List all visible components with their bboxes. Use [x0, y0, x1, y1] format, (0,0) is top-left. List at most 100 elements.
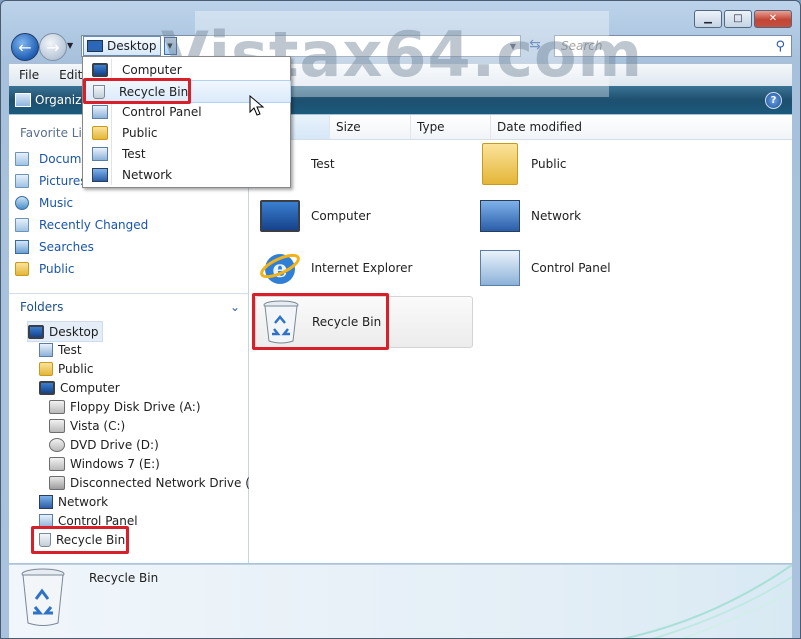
file-item-label: Public: [531, 157, 567, 171]
favorite-link-label: Searches: [39, 240, 94, 254]
network-icon: [92, 167, 108, 182]
file-item-label: Test: [311, 157, 335, 171]
tree-item-label: Vista (C:): [70, 418, 126, 433]
tree-item-test[interactable]: Test: [39, 340, 82, 359]
file-item-label: Control Panel: [531, 261, 611, 275]
arrow-left-icon: ←: [18, 37, 32, 57]
column-header-date-modified[interactable]: Date modified: [490, 115, 595, 139]
refresh-icon: ⇆: [529, 37, 541, 53]
recent-pages-dropdown[interactable]: ▼: [67, 41, 73, 50]
tree-item-label: Floppy Disk Drive (A:): [70, 399, 201, 414]
tree-item-floppy[interactable]: Floppy Disk Drive (A:): [49, 397, 201, 416]
favorite-link-searches[interactable]: Searches: [15, 236, 148, 258]
search-input[interactable]: [559, 38, 763, 54]
favorite-link-music[interactable]: Music: [15, 192, 148, 214]
file-item-control-panel[interactable]: Control Panel: [475, 243, 685, 293]
dropdown-item-public[interactable]: Public: [84, 122, 289, 143]
favorite-link-label: Public: [39, 262, 75, 276]
favorite-link-label: Pictures: [39, 174, 87, 188]
tree-item-label: Computer: [60, 380, 120, 395]
tree-item-computer[interactable]: Computer: [39, 378, 120, 397]
search-box[interactable]: ⚲: [554, 35, 792, 57]
tree-item-control-panel[interactable]: Control Panel: [39, 511, 138, 530]
forward-button[interactable]: →: [39, 33, 67, 61]
favorite-link-label: Music: [39, 196, 74, 210]
user-folder-icon: [39, 342, 53, 357]
explorer-window: ▁ □ ✕ ← → ▼ Desktop ▼ ▼ ⇆ ⚲ File Edit Or…: [0, 0, 801, 639]
desktop-icon: [87, 40, 103, 52]
tree-item-windows7-e[interactable]: Windows 7 (E:): [49, 454, 160, 473]
tree-item-label: Windows 7 (E:): [70, 456, 160, 471]
favorite-link-recently-changed[interactable]: Recently Changed: [15, 214, 148, 236]
close-button[interactable]: ✕: [754, 10, 792, 28]
internet-explorer-icon: e: [255, 245, 305, 291]
network-drive-icon: [49, 475, 65, 490]
menu-file[interactable]: File: [9, 68, 49, 82]
pictures-icon: [15, 174, 29, 188]
details-pane: Recycle Bin: [9, 564, 792, 638]
maximize-button[interactable]: □: [724, 10, 752, 28]
details-title: Recycle Bin: [89, 571, 159, 585]
file-item-network[interactable]: Network: [475, 191, 685, 241]
user-folder-icon: [92, 146, 108, 161]
tree-item-label: DVD Drive (D:): [70, 437, 159, 452]
dropdown-item-label: Control Panel: [122, 104, 202, 119]
help-icon[interactable]: ?: [765, 91, 782, 109]
arrow-right-icon: →: [46, 37, 60, 57]
folder-icon: [39, 361, 53, 376]
minimize-button[interactable]: ▁: [694, 10, 722, 28]
column-headers: Size Type Date modified: [249, 115, 792, 140]
computer-icon: [92, 62, 108, 77]
address-history-dropdown[interactable]: ▼: [510, 42, 516, 51]
refresh-button[interactable]: ⇆: [523, 35, 547, 55]
file-item-label: Internet Explorer: [311, 261, 413, 275]
tree-item-label: Desktop: [49, 324, 99, 339]
dropdown-item-test[interactable]: Test: [84, 143, 289, 164]
file-item-computer[interactable]: Computer: [255, 191, 465, 241]
dropdown-item-label: Public: [122, 125, 158, 140]
network-icon: [475, 193, 525, 239]
chevron-down-icon[interactable]: ⌄: [230, 300, 240, 314]
column-header-type[interactable]: Type: [410, 115, 491, 139]
recent-icon: [15, 218, 29, 232]
back-button[interactable]: ←: [11, 33, 39, 61]
address-segment-label: Desktop: [107, 39, 157, 53]
music-icon: [15, 196, 29, 210]
tree-item-network-drive-z[interactable]: Disconnected Network Drive (Z:): [49, 473, 267, 492]
search-icon[interactable]: ⚲: [775, 39, 785, 54]
dropdown-item-computer[interactable]: Computer: [84, 59, 289, 80]
control-panel-icon: [92, 104, 108, 119]
tree-item-dvd[interactable]: DVD Drive (D:): [49, 435, 159, 454]
computer-icon: [39, 380, 55, 395]
address-chevron-button[interactable]: ▼: [163, 37, 177, 55]
mouse-cursor-icon: [249, 95, 265, 116]
dropdown-item-network[interactable]: Network: [84, 164, 289, 185]
address-bar[interactable]: Desktop ▼ ▼: [81, 35, 521, 57]
favorite-link-public[interactable]: Public: [15, 258, 148, 280]
file-item-public[interactable]: Public: [475, 139, 685, 189]
file-item-label: Recycle Bin: [312, 315, 382, 329]
tree-item-public[interactable]: Public: [39, 359, 94, 378]
dropdown-item-label: Computer: [122, 62, 182, 77]
folder-icon: [475, 141, 525, 187]
tree-item-label: Disconnected Network Drive (Z:): [70, 475, 267, 490]
tree-item-desktop[interactable]: Desktop: [27, 321, 103, 342]
recycle-bin-icon: [19, 567, 67, 632]
tree-item-recycle-bin[interactable]: Recycle Bin: [39, 530, 125, 549]
tree-item-network[interactable]: Network: [39, 492, 108, 511]
address-segment-desktop[interactable]: Desktop: [83, 36, 161, 56]
dropdown-item-label: Test: [122, 146, 146, 161]
tree-item-label: Public: [58, 361, 94, 376]
documents-icon: [15, 152, 29, 166]
folders-header[interactable]: Folders ⌄: [9, 293, 248, 320]
file-list-pane: Size Type Date modified Test Public Comp…: [249, 115, 792, 563]
file-item-recycle-bin[interactable]: Recycle Bin: [255, 296, 473, 348]
column-header-size[interactable]: Size: [329, 115, 410, 139]
hard-drive-icon: [49, 418, 65, 433]
organize-button[interactable]: Organiz: [35, 93, 81, 107]
file-item-internet-explorer[interactable]: e Internet Explorer: [255, 243, 465, 293]
favorite-link-label: Recently Changed: [39, 218, 149, 232]
tree-item-label: Network: [58, 494, 109, 509]
tree-item-vista-c[interactable]: Vista (C:): [49, 416, 125, 435]
tree-item-label: Test: [58, 342, 82, 357]
